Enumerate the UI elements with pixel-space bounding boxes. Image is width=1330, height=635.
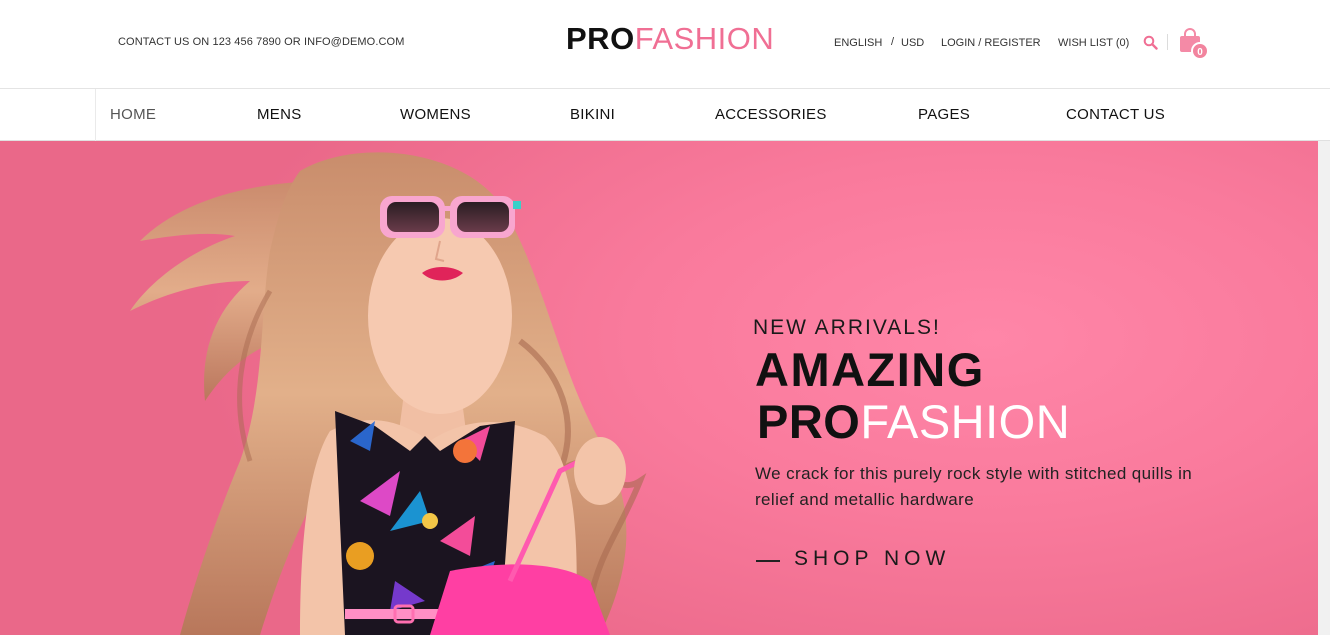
main-navigation: HOME MENS WOMENS BIKINI ACCESSORIES PAGE…	[0, 89, 1330, 141]
hero-headline-bold: PRO	[757, 395, 861, 448]
nav-item-womens[interactable]: WOMENS	[400, 106, 471, 123]
contact-info: CONTACT US ON 123 456 7890 OR INFO@DEMO.…	[118, 36, 405, 48]
nav-divider	[95, 89, 96, 141]
nav-item-home[interactable]: HOME	[110, 106, 156, 123]
language-selector[interactable]: ENGLISH	[834, 37, 882, 49]
currency-selector[interactable]: USD	[901, 37, 924, 49]
hero-kicker: NEW ARRIVALS!	[753, 316, 941, 339]
logo-bold-text: PRO	[566, 21, 635, 56]
hero-description: We crack for this purely rock style with…	[755, 464, 1193, 509]
shop-now-dash	[756, 560, 780, 562]
language-currency-separator: /	[891, 36, 895, 48]
hero-headline-line1: AMAZING	[755, 343, 985, 396]
login-register-link[interactable]: LOGIN / REGISTER	[941, 37, 1041, 49]
page-scrollbar[interactable]	[1318, 141, 1330, 635]
hero-headline-line2: PROFASHION	[757, 393, 1070, 451]
hero-headline-light: FASHION	[860, 395, 1071, 448]
wishlist-link[interactable]: WISH LIST (0)	[1058, 37, 1129, 49]
nav-item-mens[interactable]: MENS	[257, 106, 302, 123]
nav-item-contact-us[interactable]: CONTACT US	[1066, 106, 1165, 123]
hero-banner: NEW ARRIVALS! AMAZING PROFASHION We crac…	[0, 141, 1318, 635]
shop-now-label: SHOP NOW	[794, 547, 951, 570]
logo-light-text: FASHION	[634, 21, 775, 56]
search-icon[interactable]	[1143, 35, 1158, 50]
site-logo[interactable]: PROFASHION	[566, 20, 774, 58]
nav-item-pages[interactable]: PAGES	[918, 106, 970, 123]
hero-model-image	[130, 152, 647, 635]
header-divider	[1167, 34, 1168, 50]
cart-count-badge: 0	[1191, 42, 1209, 60]
nav-item-accessories[interactable]: ACCESSORIES	[715, 106, 827, 123]
top-header: CONTACT US ON 123 456 7890 OR INFO@DEMO.…	[0, 0, 1330, 89]
cart-button[interactable]: 0	[1176, 27, 1214, 63]
nav-item-bikini[interactable]: BIKINI	[570, 106, 615, 123]
